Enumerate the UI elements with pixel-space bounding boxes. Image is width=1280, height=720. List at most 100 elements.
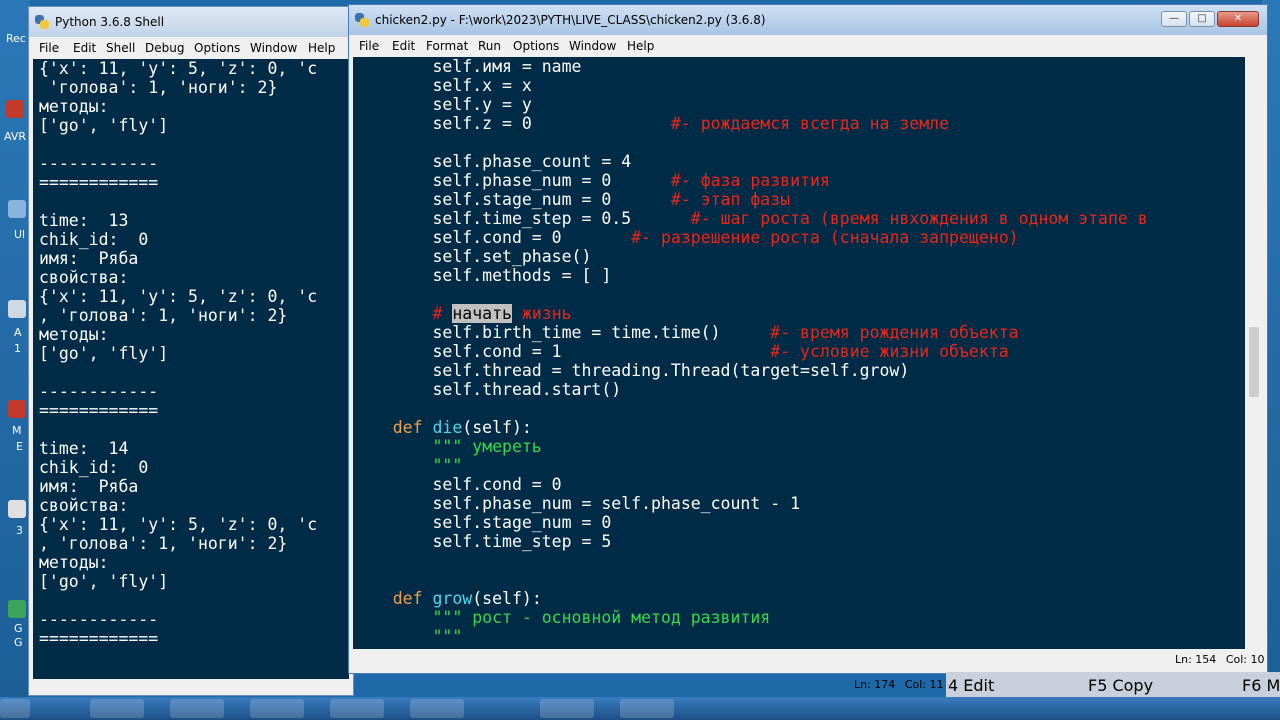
code-text: self.stage_num = 0 [353,190,671,209]
app-icon[interactable] [8,200,26,218]
code-line: self.x = x [353,76,532,95]
code-text: self.cond = 0 [353,228,632,247]
code-function-name: grow [432,589,473,608]
desktop-label: M [12,424,22,437]
code-comment: # [432,304,453,323]
app-icon[interactable] [8,500,26,518]
shell-output-line: {'x': 11, 'y': 5, 'z': 0, 'c [39,515,318,534]
minimize-button[interactable]: — [1161,11,1187,27]
desktop-label: 3 [16,524,23,537]
code-text: self.имя = name [353,57,582,76]
code-comment: #- рождаемся всегда на земле [670,114,950,133]
code-text: self.phase_num = 0 [353,171,671,190]
code-line: self.time_step = 0.5 #- шаг роста (время… [353,209,1147,228]
fkey-move[interactable]: F6 Mo [1242,676,1280,695]
shell-output-line: свойства: [39,496,129,515]
code-text: self.methods = [ ] [353,266,612,285]
python-icon [355,13,369,27]
code-line: self.time_step = 5 [353,532,611,551]
code-line: self.phase_num = 0 #- фаза развития [353,171,829,190]
code-text: self.thread = threading.Thread(target=se… [353,361,910,380]
code-text: self.stage_num = 0 [353,513,612,532]
editor-title: chicken2.py - F:\work\2023\PYTH\LIVE_CLA… [375,13,766,27]
taskbar-item[interactable] [90,699,144,718]
code-text: self.z = 0 [353,114,671,133]
taskbar-item[interactable] [330,699,384,718]
app-icon[interactable] [8,300,26,318]
menu-edit[interactable]: Edit [73,41,96,55]
code-line: """ [353,627,462,646]
taskbar-item[interactable] [540,699,594,718]
fkey-copy[interactable]: F5 Copy [1088,676,1153,695]
code-line: self.y = y [353,95,532,114]
code-text: self.x = x [353,76,532,95]
app-icon[interactable] [8,400,26,418]
taskbar-item[interactable] [170,699,224,718]
menu-file[interactable]: File [39,41,59,55]
shell-output-line: , 'голова': 1, 'ноги': 2} [39,534,288,553]
editor-titlebar[interactable]: chicken2.py - F:\work\2023\PYTH\LIVE_CLA… [349,5,1267,35]
menu-window[interactable]: Window [569,39,616,53]
start-button[interactable] [0,699,30,718]
app-icon[interactable] [8,600,26,618]
shell-output-line: ============ [39,629,159,648]
code-text: self.phase_count = 4 [353,152,632,171]
code-function-name: die [432,418,463,437]
menu-file[interactable]: File [359,39,379,53]
taskbar-item[interactable] [410,699,464,718]
code-text: self.time_step = 0.5 [353,209,691,228]
code-text: self.y = y [353,95,532,114]
menu-shell[interactable]: Shell [106,41,135,55]
code-line: self.cond = 0 [353,475,562,494]
shell-output-line: chik_id: 0 [39,230,149,249]
menu-window[interactable]: Window [250,41,297,55]
editor-scrollbar[interactable] [1247,57,1261,649]
code-keyword: def [353,589,433,608]
editor-status: Ln: 154 Col: 10 [1175,653,1264,666]
shell-output-line: методы: [39,325,109,344]
shell-output-line: time: 13 [39,211,129,230]
shell-output-line: {'x': 11, 'y': 5, 'z': 0, 'c [39,287,318,306]
code-line: self.cond = 1 #- условие жизни объекта [353,342,1008,361]
menu-options[interactable]: Options [194,41,240,55]
shell-output-line: chik_id: 0 [39,458,149,477]
shell-output[interactable]: {'x': 11, 'y': 5, 'z': 0, 'c 'голова': 1… [33,59,349,679]
code-text: self.cond = 1 [353,342,771,361]
menu-format[interactable]: Format [426,39,468,53]
shell-menubar: File Edit Shell Debug Options Window Hel… [29,37,353,59]
shell-line-number: Ln: 174 [854,678,896,691]
app-icon[interactable] [6,100,24,118]
code-line: def grow(self): [353,589,542,608]
python-icon [35,15,49,29]
code-text: self.birth_time = time.time() [353,323,771,342]
taskbar-item[interactable] [250,699,304,718]
fkey-edit[interactable]: 4 Edit [948,676,994,695]
code-comment: #- разрешение роста (сначала запрещено) [631,228,1019,247]
desktop-label: G [14,622,23,635]
taskbar-item[interactable] [620,699,674,718]
shell-output-line: time: 14 [39,439,129,458]
code-line: """ [353,456,462,475]
menu-options[interactable]: Options [513,39,559,53]
code-editor[interactable]: self.имя = name self.x = x self.y = y se… [353,57,1245,649]
menu-run[interactable]: Run [478,39,501,53]
desktop-label: E [16,440,23,453]
menu-help[interactable]: Help [627,39,654,53]
code-line: self.phase_count = 4 [353,152,631,171]
code-line: self.birth_time = time.time() #- время р… [353,323,1018,342]
code-text: self.cond = 0 [353,475,562,494]
shell-titlebar[interactable]: Python 3.6.8 Shell [29,7,353,37]
code-selection: начать [452,304,512,323]
code-line: def die(self): [353,418,532,437]
shell-output-line: имя: Ряба [39,249,139,268]
menu-help[interactable]: Help [308,41,335,55]
scrollbar-thumb[interactable] [1249,327,1259,397]
menu-edit[interactable]: Edit [392,39,415,53]
menu-debug[interactable]: Debug [145,41,184,55]
code-line: self.stage_num = 0 [353,513,611,532]
close-button[interactable]: ✕ [1217,11,1259,27]
editor-menubar: File Edit Format Run Options Window Help [349,35,1267,57]
maximize-button[interactable]: □ [1189,11,1215,27]
code-line: """ рост - основной метод развития [353,608,770,627]
line-number: Ln: 154 [1175,653,1217,666]
